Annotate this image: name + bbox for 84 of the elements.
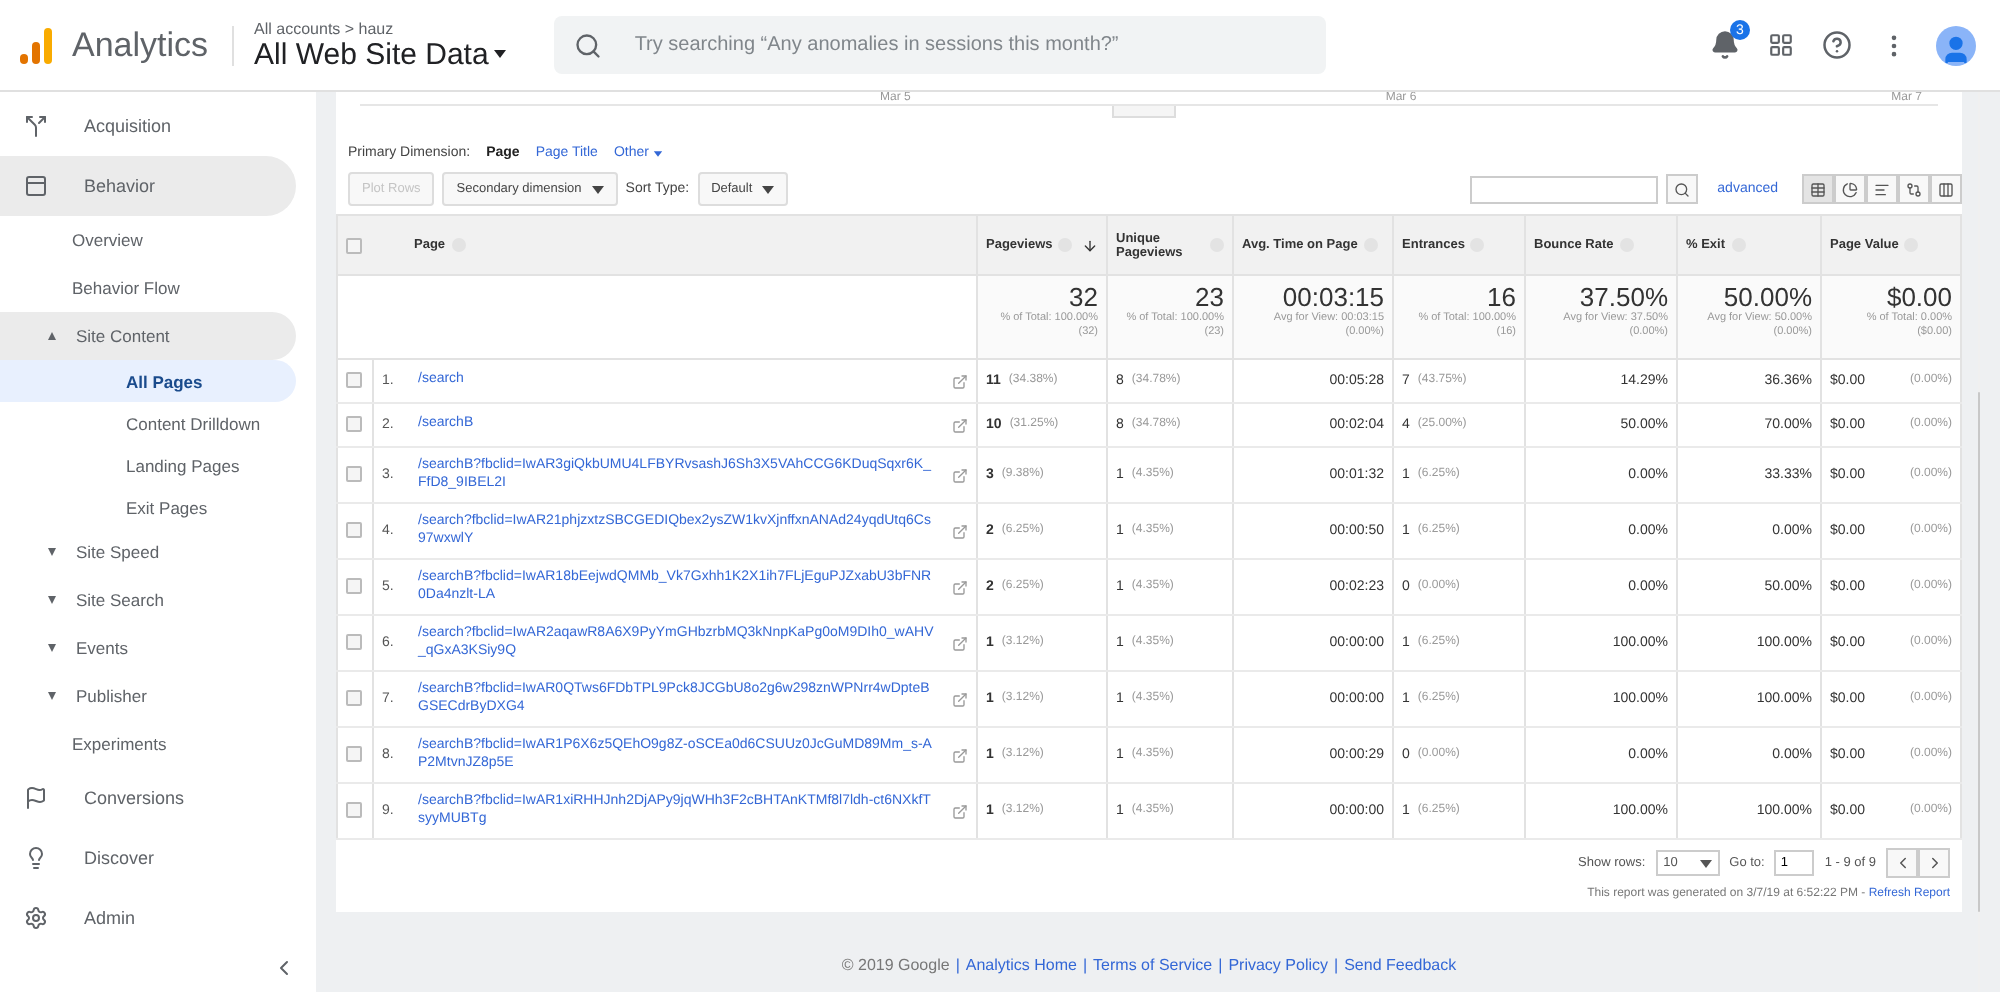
window-icon [24,174,48,198]
external-link-icon[interactable] [952,523,969,539]
external-link-icon[interactable] [952,691,969,707]
bar-list-button[interactable] [1866,174,1899,204]
sidebar-item[interactable]: Admin [0,888,296,948]
settings-icon [24,906,48,930]
external-link-icon[interactable] [952,635,969,651]
separator: | [953,956,962,974]
sidebar-item[interactable]: Discover [0,828,296,888]
view-selector[interactable]: All Web Site Data [254,37,507,71]
external-link-icon[interactable] [952,803,969,819]
search-input[interactable]: Try searching “Any anomalies in sessions this month?” [630,32,1307,58]
pivot-button[interactable] [1930,174,1963,204]
sidebar-item[interactable]: Events [0,624,296,672]
row-checkbox[interactable] [346,371,362,387]
pie-chart-button[interactable] [1834,174,1867,204]
next-page-button[interactable] [1918,848,1951,878]
search-icon [574,31,603,59]
pie-chart-icon [1842,181,1859,197]
caret-icon [48,548,56,556]
person-icon [1940,33,1972,65]
help-icon[interactable] [1822,30,1852,60]
footer-link[interactable]: Send Feedback [1344,956,1457,974]
sidebar-item[interactable]: All Pages [0,360,296,402]
sidebar-item[interactable]: Site Speed [0,528,296,576]
row-checkbox[interactable] [346,521,362,537]
sidebar-item[interactable]: Experiments [0,720,296,768]
avatar[interactable] [1936,25,1976,65]
sidebar-item[interactable]: Conversions [0,768,296,828]
external-link-icon[interactable] [952,747,969,763]
sort-arrow-icon [1082,237,1099,253]
pivot-icon [1938,181,1955,197]
product-name: Analytics [72,25,235,65]
sidebar-item[interactable]: Exit Pages [0,486,296,528]
sidebar-item[interactable]: Publisher [0,672,296,720]
caret-icon [48,644,56,652]
chart-handle[interactable] [1112,106,1176,118]
external-link-icon[interactable] [952,579,969,595]
caret-icon [48,596,56,604]
split-arrows-icon [24,114,48,138]
table-view-icon [1810,181,1827,197]
caret-icon [48,332,56,340]
search-icon [1673,181,1690,197]
external-link-icon[interactable] [952,373,969,389]
row-checkbox[interactable] [346,415,362,431]
footer-link[interactable]: Privacy Policy [1228,956,1328,974]
comparison-icon [1906,181,1923,197]
search-button[interactable] [1665,174,1698,204]
table-view-button[interactable] [1802,174,1835,204]
row-checkbox[interactable] [346,465,362,481]
separator: | [1080,956,1090,974]
comparison-button[interactable] [1898,174,1931,204]
row-checkbox[interactable] [346,689,362,705]
filter-field[interactable] [1469,175,1658,203]
external-link-icon[interactable] [952,467,969,483]
previous-page-button[interactable] [1886,848,1919,878]
search-field[interactable]: Try searching “Any anomalies in sessions this month?” [554,16,1327,74]
logo-icon [20,27,52,63]
row-checkbox[interactable] [346,745,362,761]
flag-icon [24,786,48,810]
breadcrumb: All accounts > hauz [254,19,396,37]
sidebar-item[interactable]: Site Search [0,576,296,624]
caret-icon [48,692,56,700]
sidebar-item[interactable]: Behavior [0,156,296,216]
row-checkbox[interactable] [346,577,362,593]
sidebar-item[interactable]: Site Content [0,312,296,360]
sidebar-item[interactable]: Behavior Flow [0,264,296,312]
notification-bell-icon[interactable] [1710,30,1740,60]
sidebar-item[interactable]: Overview [0,216,296,264]
separator: | [1216,956,1225,974]
row-checkbox[interactable] [346,633,362,649]
separator: | [1332,956,1341,974]
copyright: © 2019 Google [841,956,950,974]
row-checkbox[interactable] [346,801,362,817]
sidebar-item[interactable]: Content Drilldown [0,402,296,444]
lightbulb-icon [24,846,48,870]
external-link-icon[interactable] [952,417,969,433]
footer-link[interactable]: Terms of Service [1093,956,1213,974]
footer-link[interactable]: Analytics Home [965,956,1077,974]
bar-list-icon [1874,181,1891,197]
sidebar-item[interactable]: Acquisition [0,96,296,156]
apps-grid-icon[interactable] [1768,32,1794,58]
select-all-checkbox[interactable] [346,237,362,253]
sidebar-item[interactable]: Landing Pages [0,444,296,486]
